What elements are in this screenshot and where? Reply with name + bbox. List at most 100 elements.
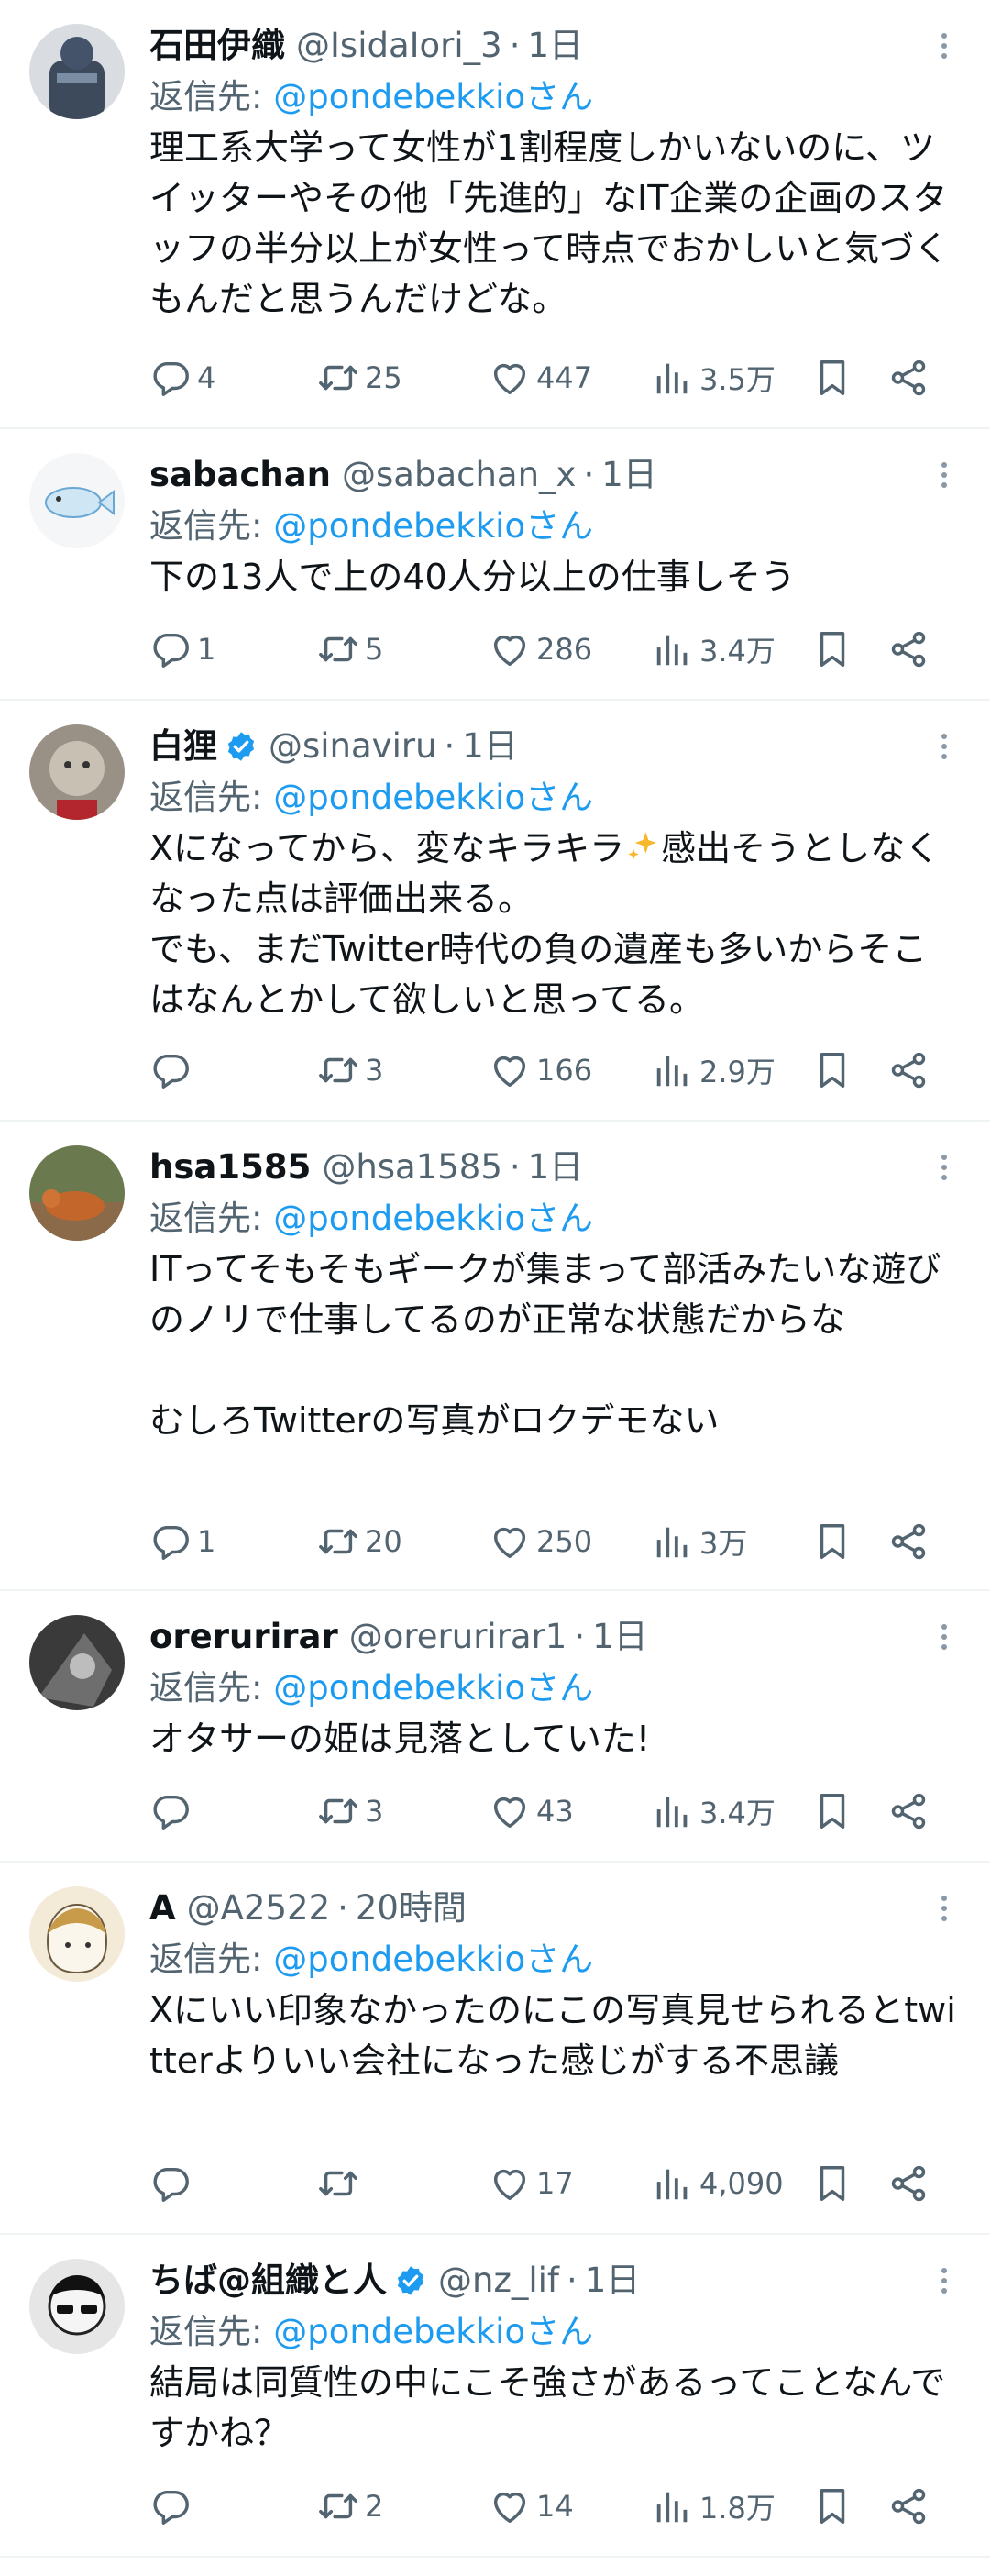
retweet-button[interactable] xyxy=(317,2156,365,2211)
tweet-text: ITってそもそもギークが集まって部活みたいな遊びのノリで仕事してるのが正常な状態… xyxy=(149,1249,941,1441)
separator-dot: · xyxy=(509,26,521,65)
avatar[interactable] xyxy=(29,453,125,548)
timestamp[interactable]: 1日 xyxy=(528,1142,584,1193)
more-icon[interactable] xyxy=(935,1890,953,1927)
timestamp[interactable]: 20時間 xyxy=(356,1883,467,1934)
like-button[interactable]: 43 xyxy=(489,1784,574,1839)
avatar[interactable] xyxy=(29,24,125,119)
user-handle[interactable]: @A2522 xyxy=(187,1883,330,1934)
reply-mention-link[interactable]: @pondebekkioさん xyxy=(273,1940,593,1979)
retweet-button[interactable]: 3 xyxy=(317,1784,383,1839)
reply-button[interactable]: 1 xyxy=(149,622,215,677)
separator-dot: · xyxy=(574,1617,586,1656)
more-icon[interactable] xyxy=(935,28,953,64)
like-button[interactable]: 14 xyxy=(489,2479,574,2534)
display-name[interactable]: 石田伊織 xyxy=(149,20,285,72)
user-handle[interactable]: @sabachan_x xyxy=(342,449,576,501)
like-button[interactable]: 250 xyxy=(489,1514,592,1569)
tweet-item[interactable]: A @A2522 · 20時間 返信先: @pondebekkioさん Xにいい… xyxy=(0,1863,990,2235)
bookmark-button[interactable] xyxy=(811,1784,853,1839)
views-button[interactable]: 3.4万 xyxy=(652,1784,776,1839)
tweet-item[interactable]: sabachan @sabachan_x · 1日 返信先: @pondebek… xyxy=(0,429,990,701)
share-button[interactable] xyxy=(887,1784,930,1839)
bookmark-button[interactable] xyxy=(811,1043,853,1098)
like-button[interactable]: 447 xyxy=(489,350,592,405)
display-name[interactable]: hsa1585 xyxy=(149,1142,311,1193)
display-name[interactable]: A xyxy=(149,1883,176,1934)
reply-button[interactable]: 4 xyxy=(149,350,215,405)
avatar[interactable] xyxy=(29,2259,125,2354)
reply-icon xyxy=(149,357,192,399)
display-name[interactable]: ちば@組織と人 xyxy=(149,2255,387,2306)
retweet-button[interactable]: 2 xyxy=(317,2479,383,2534)
reply-button[interactable] xyxy=(149,1784,197,1839)
views-button[interactable]: 3.5万 xyxy=(652,350,776,405)
verified-icon xyxy=(225,730,258,763)
more-icon[interactable] xyxy=(935,1619,953,1655)
share-button[interactable] xyxy=(887,2156,930,2211)
user-handle[interactable]: @orerurirar1 xyxy=(349,1611,567,1663)
share-button[interactable] xyxy=(887,1514,930,1569)
user-handle[interactable]: @IsidaIori_3 xyxy=(296,20,502,72)
views-button[interactable]: 1.8万 xyxy=(652,2479,776,2534)
timestamp[interactable]: 1日 xyxy=(601,449,657,501)
avatar[interactable] xyxy=(29,1615,125,1710)
bookmark-button[interactable] xyxy=(811,350,853,405)
more-icon[interactable] xyxy=(935,457,953,493)
user-handle[interactable]: @hsa1585 xyxy=(322,1142,502,1193)
display-name[interactable]: sabachan xyxy=(149,449,331,501)
timestamp[interactable]: 1日 xyxy=(527,20,583,72)
tweet-item[interactable]: 石田伊織 @IsidaIori_3 · 1日 返信先: @pondebekkio… xyxy=(0,0,990,429)
tweet-text: Xにいい印象なかったのにこの写真見せられるとtwitterよりいい会社になった感… xyxy=(149,1990,956,2081)
more-icon[interactable] xyxy=(935,728,953,765)
like-button[interactable]: 166 xyxy=(489,1043,592,1098)
reply-button[interactable] xyxy=(149,2479,197,2534)
views-button[interactable]: 4,090 xyxy=(652,2156,784,2211)
views-button[interactable]: 3万 xyxy=(652,1514,747,1569)
reply-button[interactable] xyxy=(149,2156,197,2211)
user-handle[interactable]: @nz_lif xyxy=(438,2255,559,2306)
timestamp[interactable]: 1日 xyxy=(592,1611,648,1663)
views-button[interactable]: 2.9万 xyxy=(652,1043,776,1098)
separator-dot: · xyxy=(566,2261,578,2300)
avatar[interactable] xyxy=(29,1886,125,1982)
bookmark-button[interactable] xyxy=(811,2479,853,2534)
share-button[interactable] xyxy=(887,350,930,405)
share-button[interactable] xyxy=(887,1043,930,1098)
bookmark-icon xyxy=(811,1049,853,1091)
display-name[interactable]: orerurirar xyxy=(149,1611,338,1663)
tweet-item[interactable]: ちば@組織と人 @nz_lif · 1日 返信先: @pondebekkioさん… xyxy=(0,2235,990,2558)
bookmark-button[interactable] xyxy=(811,1514,853,1569)
user-handle[interactable]: @sinaviru xyxy=(269,721,437,772)
reply-button[interactable] xyxy=(149,1043,197,1098)
share-button[interactable] xyxy=(887,622,930,677)
reply-mention-link[interactable]: @pondebekkioさん xyxy=(273,1199,593,1238)
display-name[interactable]: 白狸 xyxy=(149,721,217,772)
tweet-item[interactable]: 白狸 @sinaviru · 1日 返信先: @pondebekkioさん Xに… xyxy=(0,701,990,1122)
more-icon[interactable] xyxy=(935,2262,953,2299)
reply-mention-link[interactable]: @pondebekkioさん xyxy=(273,77,593,116)
timestamp[interactable]: 1日 xyxy=(585,2255,641,2306)
views-button[interactable]: 3.4万 xyxy=(652,622,776,677)
reply-mention-link[interactable]: @pondebekkioさん xyxy=(273,1668,593,1708)
bookmark-button[interactable] xyxy=(811,622,853,677)
bookmark-button[interactable] xyxy=(811,2156,853,2211)
reply-mention-link[interactable]: @pondebekkioさん xyxy=(273,778,593,817)
retweet-button[interactable]: 3 xyxy=(317,1043,383,1098)
retweet-button[interactable]: 25 xyxy=(317,350,402,405)
avatar[interactable] xyxy=(29,1145,125,1241)
share-button[interactable] xyxy=(887,2479,930,2534)
more-icon[interactable] xyxy=(935,1149,953,1186)
retweet-button[interactable]: 5 xyxy=(317,622,383,677)
retweet-button[interactable]: 20 xyxy=(317,1514,402,1569)
reply-mention-link[interactable]: @pondebekkioさん xyxy=(273,2312,593,2351)
reply-mention-link[interactable]: @pondebekkioさん xyxy=(273,506,593,546)
timestamp[interactable]: 1日 xyxy=(462,721,518,772)
tweet-item[interactable]: hsa1585 @hsa1585 · 1日 返信先: @pondebekkioさ… xyxy=(0,1122,990,1591)
tweet-item[interactable]: orerurirar @orerurirar1 · 1日 返信先: @ponde… xyxy=(0,1591,990,1863)
like-button[interactable]: 286 xyxy=(489,622,592,677)
like-button[interactable]: 17 xyxy=(489,2156,574,2211)
avatar[interactable] xyxy=(29,724,125,820)
reply-button[interactable]: 1 xyxy=(149,1514,215,1569)
bookmark-icon xyxy=(811,2485,853,2527)
